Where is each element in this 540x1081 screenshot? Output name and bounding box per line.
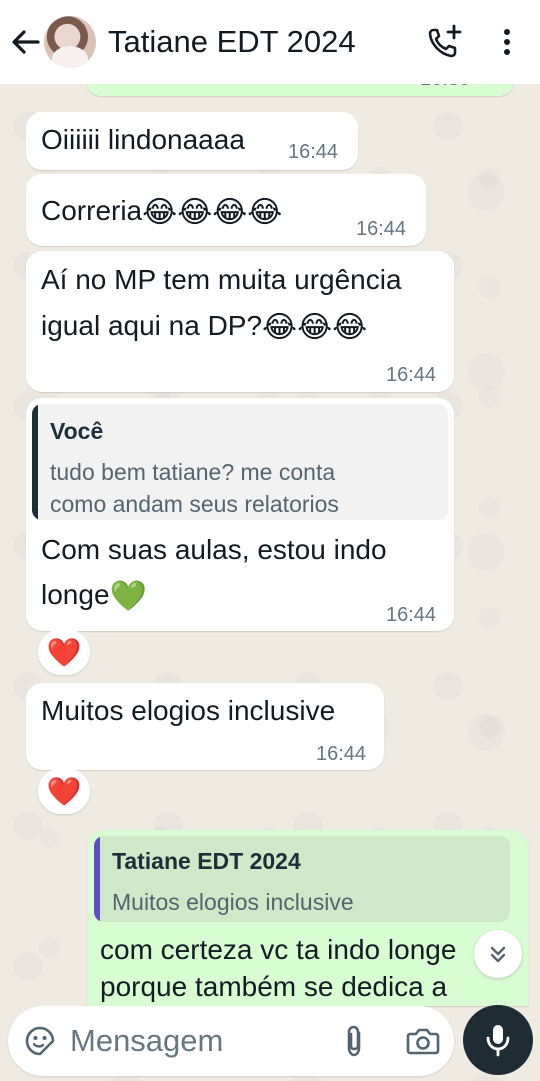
message-text-line: Aí no MP tem muita urgência [41,264,402,295]
incoming-message[interactable]: Muitos elogios inclusive 16:44 [26,683,384,770]
message-composer [8,1006,454,1076]
message-text-content: igual aqui na DP? [41,310,263,341]
message-time: 16:44 [316,743,367,765]
heart-reaction[interactable]: ❤️ [38,629,90,675]
green-heart-emoji: 💚 [109,580,147,613]
message-time: 16:44 [386,604,437,626]
more-options-icon[interactable] [494,26,520,58]
message-time: 16:44 [288,141,339,163]
quoted-message[interactable]: Tatiane EDT 2024 Muitos elogios inclusiv… [94,836,510,922]
avatar[interactable] [44,16,96,68]
message-text-content: longe [41,579,110,610]
message-text-line: porque também se dedica a [100,971,448,1002]
laughing-emoji: 😂😂😂 [262,311,368,344]
incoming-message[interactable]: Correria😂😂😂😂 16:44 [26,174,426,246]
quote-author: Você [50,418,104,444]
message-text: Muitos elogios inclusive [41,695,336,726]
message-time: 16:44 [386,364,437,386]
emoji-sticker-icon[interactable] [24,1025,56,1057]
paperclip-icon[interactable] [340,1024,368,1058]
message-text: Correria😂😂😂😂 [41,188,282,233]
quote-author: Tatiane EDT 2024 [112,848,301,874]
contact-name[interactable]: Tatiane EDT 2024 [108,24,356,60]
quoted-message[interactable]: Você tudo bem tatiane? me conta como and… [32,404,448,520]
message-text-content: Correria [41,195,143,226]
message-text-line: Com suas aulas, estou indo [41,534,387,565]
camera-icon[interactable] [406,1026,440,1056]
quote-text-line: como andam seus relatorios [50,491,339,517]
quote-accent-bar [94,836,100,922]
chat-header: Tatiane EDT 2024 [0,0,540,84]
microphone-icon [486,1025,510,1057]
quote-text-line: Muitos elogios inclusive [112,889,354,915]
add-call-icon[interactable] [424,22,464,62]
quote-text-line: tudo bem tatiane? me conta [50,459,336,485]
laughing-emoji: 😂😂😂😂 [142,196,283,229]
incoming-message[interactable]: Oiiiiii lindonaaaa 16:44 [26,112,358,170]
message-time: 16:44 [356,218,407,240]
message-text-line: longe💚 [41,572,147,617]
incoming-reply-message[interactable]: Você tudo bem tatiane? me conta como and… [26,398,454,631]
back-arrow-icon[interactable] [8,26,42,58]
message-text: Oiiiiii lindonaaaa [41,124,245,155]
quote-accent-bar [32,404,38,520]
message-text-line: igual aqui na DP?😂😂😂 [41,303,367,348]
heart-reaction[interactable]: ❤️ [38,768,90,814]
voice-message-button[interactable] [463,1005,533,1075]
scroll-to-bottom-button[interactable] [474,930,522,978]
double-chevron-down-icon [490,946,506,963]
incoming-message[interactable]: Aí no MP tem muita urgência igual aqui n… [26,251,454,392]
outgoing-reply-message[interactable]: Tatiane EDT 2024 Muitos elogios inclusiv… [88,830,528,1006]
message-input[interactable] [70,1022,320,1060]
